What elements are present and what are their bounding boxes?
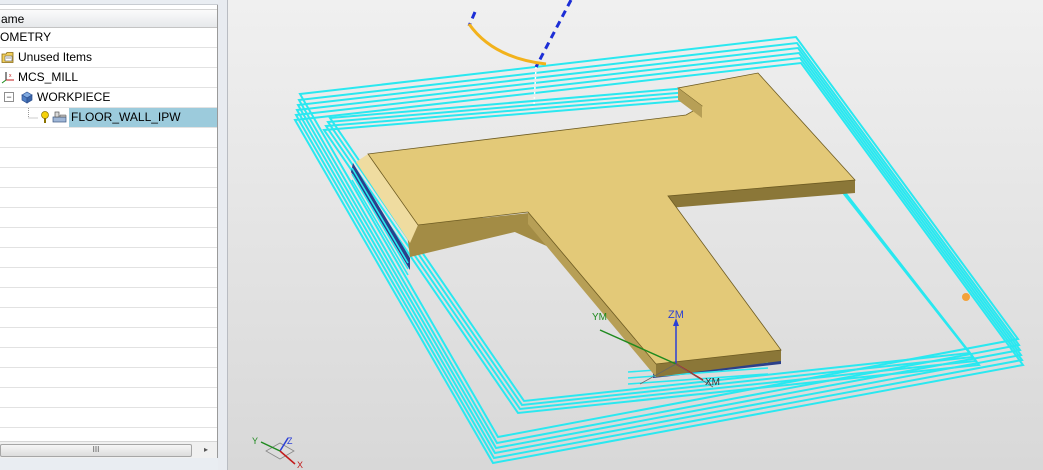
graphics-window[interactable]: ZM XM YM Z Y X xyxy=(228,0,1043,470)
navigator-top-strip xyxy=(0,0,218,5)
horizontal-scrollbar[interactable]: III ▸ xyxy=(0,441,217,458)
panel-splitter[interactable] xyxy=(218,0,228,470)
empty-row xyxy=(0,148,217,168)
model-view[interactable]: ZM XM YM Z Y X xyxy=(228,0,1043,470)
empty-row xyxy=(0,288,217,308)
folder-icon xyxy=(1,52,14,63)
tree-row-label: FLOOR_WALL_IPW xyxy=(71,110,181,124)
tree-row-unused-items[interactable]: Unused Items xyxy=(0,48,217,68)
tree-row-label: OMETRY xyxy=(0,30,52,44)
empty-row xyxy=(0,388,217,408)
tree-row-label: Unused Items xyxy=(18,50,93,64)
collapse-icon[interactable]: − xyxy=(4,92,14,102)
triad-y-label: Y xyxy=(252,436,258,446)
empty-row xyxy=(0,188,217,208)
operation-navigator: ame OMETRY Unused Items x MCS_MILL − WOR… xyxy=(0,0,218,470)
floor-wall-operation-icon xyxy=(52,111,67,123)
ym-axis-label: YM xyxy=(592,312,607,323)
empty-row xyxy=(0,368,217,388)
scrollbar-thumb[interactable]: III xyxy=(0,444,192,457)
empty-row xyxy=(0,308,217,328)
navigator-bottom-strip xyxy=(0,458,218,470)
tree-row-geometry[interactable]: OMETRY xyxy=(0,28,217,48)
tool-end-point xyxy=(962,293,970,301)
zm-axis-label: ZM xyxy=(668,309,684,321)
empty-row xyxy=(0,408,217,428)
empty-row xyxy=(0,208,217,228)
svg-text:x: x xyxy=(9,73,12,79)
name-column-header[interactable]: ame xyxy=(0,9,217,28)
empty-row xyxy=(0,348,217,368)
tree-row-floor-wall-ipw[interactable]: FLOOR_WALL_IPW xyxy=(0,108,217,128)
empty-row xyxy=(0,328,217,348)
tree-row-label: WORKPIECE xyxy=(37,90,111,104)
tree-connector xyxy=(28,108,38,119)
scrollbar-grip: III xyxy=(92,445,100,454)
empty-row xyxy=(0,228,217,248)
tree-row-label: MCS_MILL xyxy=(18,70,79,84)
empty-row xyxy=(0,168,217,188)
triad-z-label: Z xyxy=(287,436,293,446)
empty-row xyxy=(0,268,217,288)
tree-row-mcs-mill[interactable]: x MCS_MILL xyxy=(0,68,217,88)
triad-x-label: X xyxy=(297,460,303,470)
empty-row xyxy=(0,128,217,148)
status-warning-icon xyxy=(41,111,49,123)
coordinate-system-icon: x xyxy=(1,72,14,84)
selected-highlight: FLOOR_WALL_IPW xyxy=(69,108,217,127)
scroll-right-arrow-icon[interactable]: ▸ xyxy=(204,444,214,456)
empty-row xyxy=(0,248,217,268)
tree-row-workpiece[interactable]: − WORKPIECE xyxy=(0,88,217,108)
workpiece-icon xyxy=(21,91,33,104)
name-column-header-label: ame xyxy=(1,12,25,26)
